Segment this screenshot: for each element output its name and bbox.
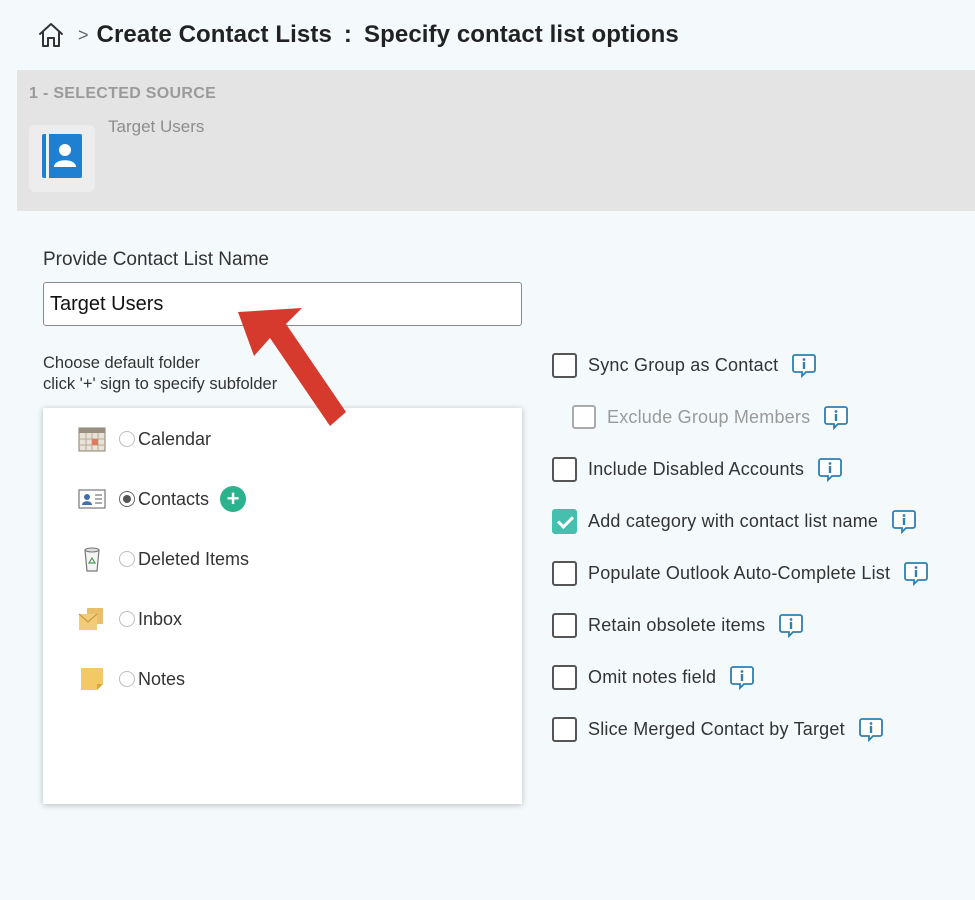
option-checkbox <box>572 405 596 429</box>
source-tile[interactable] <box>29 125 95 192</box>
option-label: Include Disabled Accounts <box>588 458 805 479</box>
folder-name: Notes <box>138 668 186 689</box>
info-icon[interactable] <box>903 560 929 587</box>
option-label: Add category with contact list name <box>588 510 879 531</box>
folder-item-notes[interactable]: Notes <box>77 664 185 694</box>
inbox-folder-icon <box>77 604 107 634</box>
selected-source-label: 1 - SELECTED SOURCE <box>29 85 217 102</box>
contacts-card-icon <box>77 484 107 514</box>
info-icon[interactable] <box>778 612 804 639</box>
folder-radio-notes[interactable] <box>119 671 135 687</box>
page-title: Create Contact Lists: Specify contact lis… <box>97 21 679 49</box>
home-icon[interactable] <box>36 20 66 50</box>
folder-name: Calendar <box>138 428 212 449</box>
option-checkbox[interactable] <box>552 560 577 586</box>
folder-radio-inbox[interactable] <box>119 611 135 627</box>
option-label: Omit notes field <box>588 666 717 687</box>
option-label: Populate Outlook Auto-Complete List <box>588 562 891 583</box>
folder-name: Deleted Items <box>138 548 250 569</box>
folder-item-calendar[interactable]: Calendar <box>77 424 211 454</box>
info-icon[interactable] <box>817 456 843 483</box>
info-icon[interactable] <box>729 664 755 691</box>
folder-item-contacts[interactable]: Contacts + <box>77 484 247 514</box>
folder-radio-contacts[interactable] <box>119 491 135 507</box>
info-icon[interactable] <box>823 404 849 431</box>
folder-hint: Choose default folder click '+' sign to … <box>43 353 277 395</box>
folder-hint-line2: click '+' sign to specify subfolder <box>43 375 278 393</box>
contact-list-name-input[interactable] <box>43 282 522 326</box>
contact-book-icon <box>40 132 84 185</box>
trash-icon <box>77 544 107 574</box>
option-omit-notes-field[interactable]: Omit notes field <box>552 662 755 692</box>
folder-item-inbox[interactable]: Inbox <box>77 604 182 634</box>
source-name: Target Users <box>108 117 205 136</box>
option-retain-obsolete-items[interactable]: Retain obsolete items <box>552 610 804 640</box>
option-checkbox[interactable] <box>552 612 577 638</box>
option-sync-group-as-contact[interactable]: Sync Group as Contact <box>552 350 817 380</box>
page-title-separator: : <box>343 21 352 48</box>
folder-item-deleted-items[interactable]: Deleted Items <box>77 544 249 574</box>
folder-name: Inbox <box>138 608 183 629</box>
sticky-note-icon <box>77 664 107 694</box>
option-add-category[interactable]: Add category with contact list name <box>552 506 917 536</box>
info-icon[interactable] <box>858 716 884 743</box>
page-header: > Create Contact Lists: Specify contact l… <box>0 0 975 70</box>
info-icon[interactable] <box>891 508 917 535</box>
option-label: Sync Group as Contact <box>588 354 779 375</box>
option-checkbox[interactable] <box>552 352 577 378</box>
option-exclude-group-members: Exclude Group Members <box>572 402 849 432</box>
folder-list: Calendar Contacts + Deleted Items Inbox … <box>43 408 522 804</box>
option-label: Retain obsolete items <box>588 614 766 635</box>
folder-radio-deleted-items[interactable] <box>119 551 135 567</box>
option-label: Slice Merged Contact by Target <box>588 718 845 739</box>
option-checkbox[interactable] <box>552 716 577 742</box>
page-title-main: Create Contact Lists <box>96 21 332 48</box>
contact-list-name-label: Provide Contact List Name <box>43 249 269 270</box>
add-subfolder-button[interactable]: + <box>220 486 247 512</box>
selected-source-panel: 1 - SELECTED SOURCE Target Users <box>17 70 975 211</box>
folder-radio-calendar[interactable] <box>119 431 135 447</box>
page-title-step: Specify contact list options <box>364 21 679 48</box>
folder-hint-line1: Choose default folder <box>43 354 200 372</box>
option-include-disabled-accounts[interactable]: Include Disabled Accounts <box>552 454 843 484</box>
option-populate-autocomplete[interactable]: Populate Outlook Auto-Complete List <box>552 558 929 588</box>
option-checkbox[interactable] <box>552 456 577 482</box>
option-label: Exclude Group Members <box>607 406 811 427</box>
folder-name: Contacts <box>138 488 210 509</box>
calendar-icon <box>77 424 107 454</box>
option-checkbox[interactable] <box>552 664 577 690</box>
breadcrumb-separator: > <box>78 24 89 45</box>
option-checkbox[interactable] <box>552 508 577 534</box>
info-icon[interactable] <box>791 352 817 379</box>
option-slice-merged-contact[interactable]: Slice Merged Contact by Target <box>552 714 884 744</box>
